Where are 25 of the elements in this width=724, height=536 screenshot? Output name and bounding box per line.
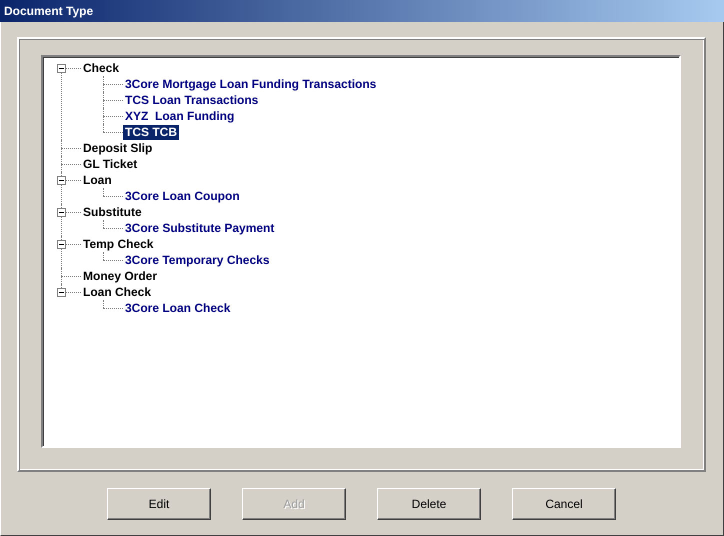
tree-item[interactable]: 3Core Loan Check: [123, 300, 232, 316]
tree-item[interactable]: 3Core Substitute Payment: [123, 220, 276, 236]
tree-item[interactable]: Money Order: [81, 268, 160, 284]
dialog-button[interactable]: Cancel: [512, 488, 616, 520]
collapse-icon[interactable]: [57, 64, 66, 73]
collapse-icon[interactable]: [57, 176, 66, 185]
tree-item[interactable]: Deposit Slip: [81, 140, 154, 156]
tree-item[interactable]: TCS TCB: [123, 124, 179, 140]
collapse-icon[interactable]: [57, 288, 66, 297]
tree-item[interactable]: XYZ Loan Funding: [123, 108, 236, 124]
tree-item[interactable]: TCS Loan Transactions: [123, 92, 260, 108]
tree-item[interactable]: 3Core Loan Coupon: [123, 188, 242, 204]
dialog-button[interactable]: Delete: [377, 488, 481, 520]
collapse-icon[interactable]: [57, 208, 66, 217]
collapse-icon[interactable]: [57, 240, 66, 249]
tree-item[interactable]: Temp Check: [81, 236, 156, 252]
tree-item[interactable]: GL Ticket: [81, 156, 140, 172]
tree-item[interactable]: 3Core Mortgage Loan Funding Transactions: [123, 76, 378, 92]
tree-item[interactable]: 3Core Temporary Checks: [123, 252, 272, 268]
tree-item[interactable]: Check: [81, 60, 122, 76]
dialog-button[interactable]: Edit: [107, 488, 211, 520]
tree-item[interactable]: Substitute: [81, 204, 144, 220]
tree-item[interactable]: Loan: [81, 172, 114, 188]
tree-item[interactable]: Loan Check: [81, 284, 154, 300]
window-title: Document Type: [0, 0, 724, 22]
